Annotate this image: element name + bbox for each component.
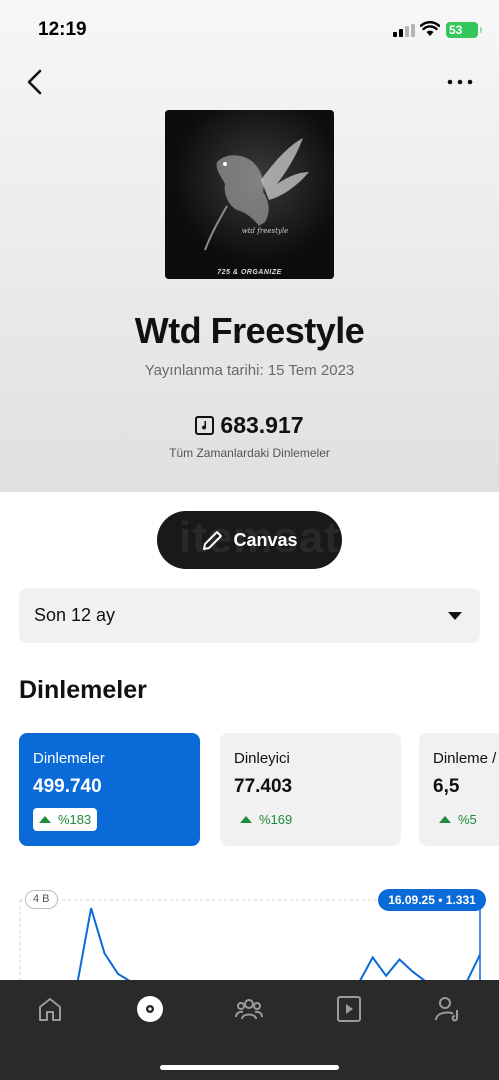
tab-profile[interactable] [433,994,463,1024]
all-time-streams: 683.917 [0,410,499,440]
change-badge: %183 [33,808,98,831]
disc-icon [137,996,163,1022]
watermark: itemsat [179,513,341,562]
streams-label: Tüm Zamanlardaki Dinlemeler [169,446,330,460]
back-button[interactable] [22,68,50,96]
caret-down-icon [448,612,462,620]
cover-caption: 725 & ORGANIZE [217,269,282,276]
card-value: 6,5 [433,776,460,797]
trend-up-icon [439,816,451,823]
release-date: Yayınlanma tarihi: 15 Tem 2023 [144,362,355,379]
trend-up-icon [39,816,51,823]
tab-home[interactable] [35,994,65,1024]
clock: 12:19 [38,19,87,40]
change-value: %5 [458,812,477,827]
metric-cards: Dinlemeler 499.740 %183 Dinleyici 77.403… [19,733,499,846]
bird-artwork [165,110,334,279]
wifi-icon [419,21,441,37]
chart-tooltip: 16.09.25 • 1.331 [378,889,486,911]
track-header: wtd freestyle 725 & ORGANIZE Wtd Freesty… [0,0,499,492]
card-label: Dinlemeler [33,750,105,767]
more-options-button[interactable] [444,70,476,94]
change-badge: %5 [433,808,483,831]
card-streams[interactable]: Dinlemeler 499.740 %183 [19,733,200,846]
cover-script-text: wtd freestyle [241,227,289,235]
card-value: 77.403 [234,776,293,797]
track-title: Wtd Freestyle [134,310,365,351]
status-bar: 12:19 53 [0,0,499,60]
people-icon [235,999,263,1020]
cover-art: wtd freestyle 725 & ORGANIZE [165,110,334,279]
card-streams-per-listener[interactable]: Dinleme / dinleyici 6,5 %5 [419,733,499,846]
streams-value: 683.917 [220,411,304,438]
card-value: 499.740 [33,776,102,797]
battery-level: 53 [449,23,463,37]
play-square-icon [337,996,361,1022]
music-note-icon [195,415,215,435]
tab-audience[interactable] [234,994,264,1024]
card-label: Dinleyici [234,750,290,767]
section-title: Dinlemeler [19,676,147,704]
artist-profile-icon [435,997,458,1022]
cellular-signal-icon [393,24,415,37]
change-value: %183 [58,812,92,827]
card-label: Dinleme / dinleyici [433,750,499,767]
battery-icon: 53 [446,22,482,38]
period-select-value: Son 12 ay [34,605,116,625]
canvas-button[interactable]: itemsat Canvas [157,511,342,569]
change-value: %169 [259,812,293,827]
change-badge: %169 [234,808,298,831]
home-indicator [160,1065,339,1070]
home-icon [39,998,61,1021]
tab-releases[interactable] [135,994,165,1024]
chevron-left-icon [27,69,42,95]
trend-up-icon [240,816,252,823]
period-select[interactable]: Son 12 ay [19,588,480,643]
series-line [76,907,481,980]
y-tick-label: 4 B [25,890,58,909]
tab-music[interactable] [334,994,364,1024]
more-horizontal-icon [447,79,473,85]
card-listeners[interactable]: Dinleyici 77.403 %169 [220,733,401,846]
